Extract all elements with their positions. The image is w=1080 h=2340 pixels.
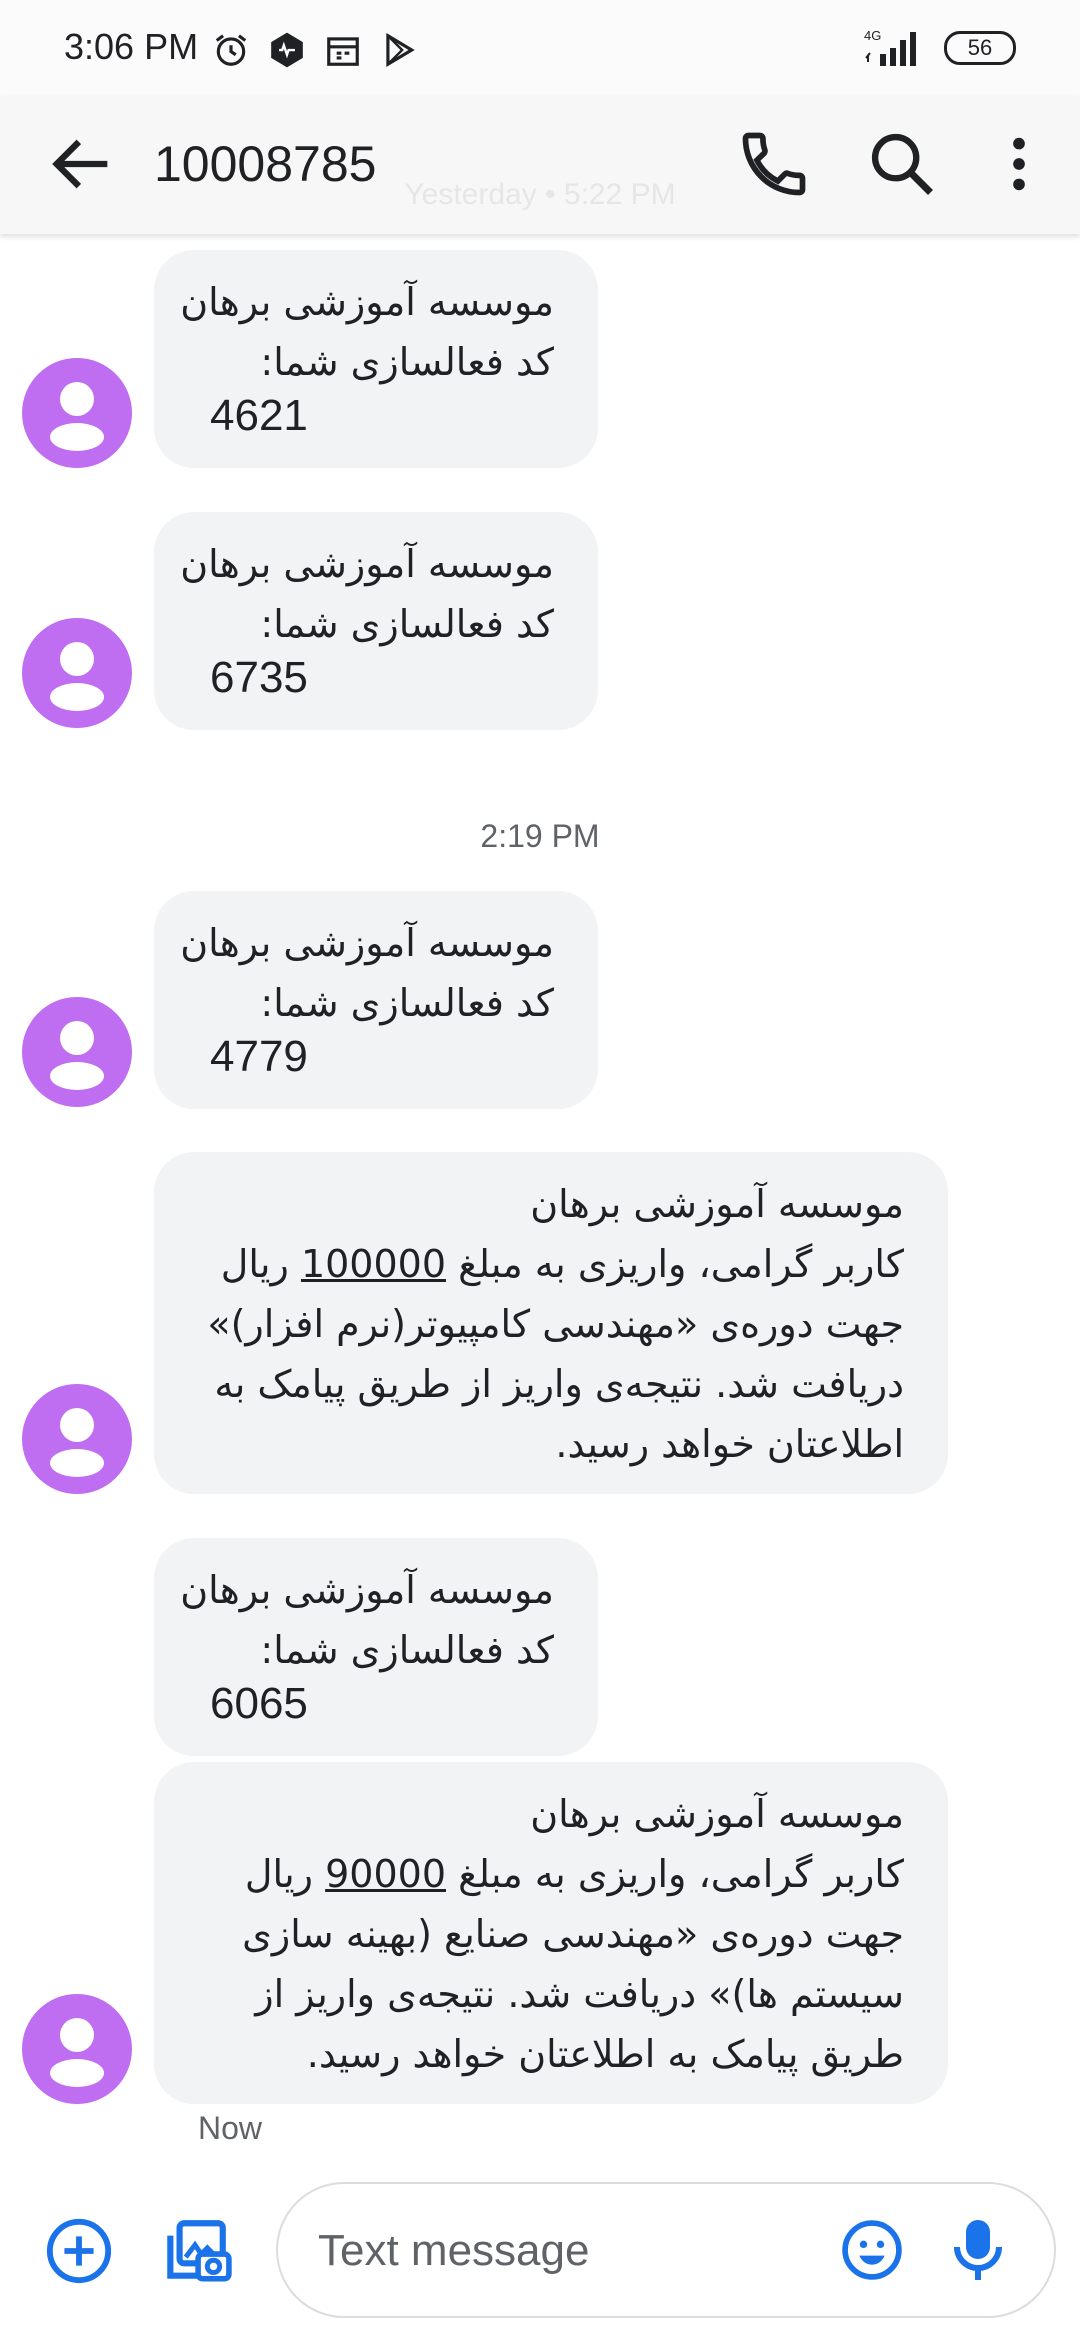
gallery-camera-icon[interactable] bbox=[158, 2214, 232, 2288]
message-line: اطلاعتان خواهد رسید. bbox=[555, 1422, 904, 1466]
network-label: 4G bbox=[864, 28, 881, 43]
message-line: موسسه آموزشی برهان bbox=[180, 542, 554, 586]
app-notification-icon bbox=[271, 32, 303, 68]
message-line: کد فعالسازی شما: bbox=[260, 340, 554, 384]
message-bubble[interactable]: موسسه آموزشی برهان کاربر گرامی، واریزی ب… bbox=[154, 1152, 948, 1494]
microphone-icon[interactable] bbox=[948, 2214, 1008, 2286]
person-icon bbox=[50, 642, 104, 711]
calendar-icon bbox=[327, 37, 359, 66]
message-bubble[interactable]: موسسه آموزشی برهان کد فعالسازی شما: 6735 bbox=[154, 512, 598, 730]
timestamp-divider: 2:19 PM bbox=[480, 818, 600, 854]
message-line: دریافت شد. نتیجه‌ی واریز از طریق پیامک ب… bbox=[214, 1362, 904, 1406]
person-icon bbox=[50, 2018, 104, 2087]
message-line: کد فعالسازی شما: bbox=[260, 602, 554, 646]
status-time: 3:06 PM bbox=[64, 26, 199, 67]
message-line: کد فعالسازی شما: bbox=[260, 981, 554, 1025]
person-icon bbox=[50, 1021, 104, 1090]
app-bar: 10008785 bbox=[0, 96, 1080, 234]
message-bubble[interactable]: موسسه آموزشی برهان کد فعالسازی شما: 4621 bbox=[154, 250, 598, 468]
sender-avatar[interactable] bbox=[22, 997, 132, 1107]
activation-code: 6065 bbox=[210, 1679, 308, 1728]
sender-avatar[interactable] bbox=[22, 1384, 132, 1494]
message-line: جهت دوره‌ی «مهندسی صنایع (بهینه سازی bbox=[242, 1912, 904, 1956]
person-icon bbox=[50, 382, 104, 451]
play-store-icon bbox=[386, 32, 415, 68]
sender-avatar[interactable] bbox=[22, 618, 132, 728]
message-line: کد فعالسازی شما: bbox=[260, 1628, 554, 1672]
message-timestamp: Now bbox=[198, 2110, 263, 2146]
activation-code: 4621 bbox=[210, 391, 308, 440]
amount-value: 100000 bbox=[300, 1242, 446, 1286]
emoji-icon[interactable] bbox=[838, 2216, 906, 2284]
message-input-container[interactable] bbox=[276, 2182, 1056, 2318]
currency-label: ریال bbox=[244, 1852, 314, 1896]
message-line: سیستم ها)» دریافت شد. نتیجه‌ی واریز از bbox=[255, 1972, 904, 2016]
message-bubble[interactable]: موسسه آموزشی برهان کاربر گرامی، واریزی ب… bbox=[154, 1762, 948, 2104]
sender-avatar[interactable] bbox=[22, 1994, 132, 2104]
message-line: طریق پیامک به اطلاعتان خواهد رسید. bbox=[306, 2032, 904, 2076]
message-line: جهت دوره‌ی «مهندسی کامپیوتر(نرم افزار)» bbox=[207, 1302, 904, 1346]
message-line: موسسه آموزشی برهان bbox=[180, 280, 554, 324]
alarm-icon bbox=[215, 34, 247, 66]
activation-code: 6735 bbox=[210, 653, 308, 702]
status-bar: 3:06 PM 4G 56 bbox=[0, 0, 1080, 96]
message-input[interactable] bbox=[316, 2216, 790, 2286]
message-line: کاربر گرامی، واریزی به مبلغ bbox=[458, 1242, 904, 1286]
battery-indicator: 56 bbox=[944, 31, 1016, 65]
message-bubble[interactable]: موسسه آموزشی برهان کد فعالسازی شما: 4779 bbox=[154, 891, 598, 1109]
add-attachment-icon[interactable] bbox=[44, 2216, 114, 2286]
person-icon bbox=[50, 1408, 104, 1477]
activation-code: 4779 bbox=[210, 1032, 308, 1081]
scrolled-timestamp: Yesterday • 5:22 PM bbox=[404, 178, 676, 211]
message-line: کاربر گرامی، واریزی به مبلغ bbox=[458, 1852, 904, 1896]
message-bubble[interactable]: موسسه آموزشی برهان کد فعالسازی شما: 6065 bbox=[154, 1538, 598, 1756]
message-line: موسسه آموزشی برهان bbox=[530, 1792, 904, 1836]
currency-label: ریال bbox=[220, 1242, 289, 1286]
message-line: موسسه آموزشی برهان bbox=[180, 1568, 554, 1612]
amount-value: 90000 bbox=[325, 1852, 446, 1896]
sender-avatar[interactable] bbox=[22, 358, 132, 468]
message-line: موسسه آموزشی برهان bbox=[180, 921, 554, 965]
signal-icon: 4G bbox=[864, 28, 916, 66]
message-line: موسسه آموزشی برهان bbox=[530, 1182, 904, 1226]
